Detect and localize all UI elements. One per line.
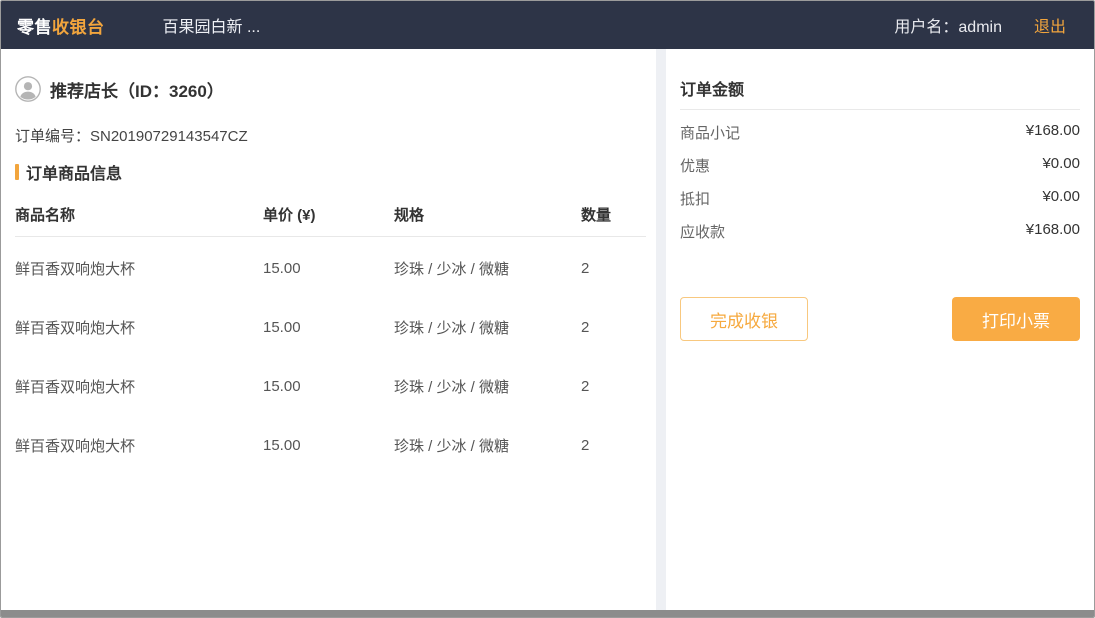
order-number: 订单编号：SN20190729143547CZ	[15, 125, 642, 146]
items-table: 商品名称 单价 (¥) 规格 数量 鲜百香双响炮大杯 15.00 珍珠 / 少冰…	[15, 204, 646, 473]
amount-label: 应收款	[680, 221, 725, 242]
amount-value: ¥0.00	[1042, 188, 1080, 209]
amount-row-receivable: 应收款 ¥168.00	[680, 221, 1080, 242]
avatar-icon	[15, 76, 41, 102]
amount-row-subtotal: 商品小记 ¥168.00	[680, 122, 1080, 143]
app-title-suffix: 收银台	[52, 18, 105, 37]
item-price: 15.00	[263, 378, 394, 395]
member-row: 推荐店长（ID：3260）	[15, 76, 642, 102]
item-spec: 珍珠 / 少冰 / 微糖	[394, 435, 581, 456]
item-qty: 2	[581, 378, 646, 395]
section-accent-bar	[15, 164, 19, 180]
table-row: 鲜百香双响炮大杯 15.00 珍珠 / 少冰 / 微糖 2	[15, 414, 646, 473]
app-title-prefix: 零售	[17, 18, 52, 37]
item-qty: 2	[581, 260, 646, 277]
pos-window: 零售收银台 百果园白新 ... 用户名：admin 退出 推荐店长（ID：326…	[0, 0, 1095, 618]
order-amount-panel: 订单金额 商品小记 ¥168.00 优惠 ¥0.00 抵扣 ¥0.00 应收款 …	[666, 49, 1094, 610]
print-receipt-button[interactable]: 打印小票	[952, 297, 1080, 341]
amount-value: ¥168.00	[1026, 221, 1080, 242]
action-buttons: 完成收银 打印小票	[680, 297, 1080, 341]
item-price: 15.00	[263, 437, 394, 454]
table-row: 鲜百香双响炮大杯 15.00 珍珠 / 少冰 / 微糖 2	[15, 296, 646, 355]
item-spec: 珍珠 / 少冰 / 微糖	[394, 317, 581, 338]
panel-divider	[656, 49, 666, 610]
col-header-qty: 数量	[581, 204, 646, 225]
item-name: 鲜百香双响炮大杯	[15, 317, 263, 338]
app-title: 零售收银台	[17, 13, 105, 38]
topbar-right: 用户名：admin 退出	[894, 13, 1066, 37]
store-tab[interactable]: 百果园白新 ...	[163, 13, 261, 37]
username-label: 用户名：admin	[894, 13, 1002, 37]
amount-label: 商品小记	[680, 122, 740, 143]
item-price: 15.00	[263, 319, 394, 336]
order-items-panel: 推荐店长（ID：3260） 订单编号：SN20190729143547CZ 订单…	[1, 49, 656, 610]
table-row: 鲜百香双响炮大杯 15.00 珍珠 / 少冰 / 微糖 2	[15, 355, 646, 414]
col-header-price: 单价 (¥)	[263, 204, 394, 225]
item-name: 鲜百香双响炮大杯	[15, 435, 263, 456]
item-qty: 2	[581, 319, 646, 336]
item-name: 鲜百香双响炮大杯	[15, 258, 263, 279]
amount-label: 优惠	[680, 155, 710, 176]
col-header-name: 商品名称	[15, 204, 263, 225]
item-name: 鲜百香双响炮大杯	[15, 376, 263, 397]
amount-row-discount: 优惠 ¥0.00	[680, 155, 1080, 176]
col-header-spec: 规格	[394, 204, 581, 225]
amount-label: 抵扣	[680, 188, 710, 209]
item-price: 15.00	[263, 260, 394, 277]
table-header-row: 商品名称 单价 (¥) 规格 数量	[15, 204, 646, 237]
content-area: 推荐店长（ID：3260） 订单编号：SN20190729143547CZ 订单…	[1, 49, 1094, 610]
bottom-scrollbar[interactable]	[1, 610, 1094, 617]
topbar: 零售收银台 百果园白新 ... 用户名：admin 退出	[1, 1, 1094, 49]
amount-panel-title: 订单金额	[680, 76, 1080, 110]
section-title: 订单商品信息	[26, 160, 122, 184]
member-label: 推荐店长（ID：3260）	[50, 77, 224, 102]
item-qty: 2	[581, 437, 646, 454]
amount-row-deduction: 抵扣 ¥0.00	[680, 188, 1080, 209]
complete-checkout-button[interactable]: 完成收银	[680, 297, 808, 341]
item-spec: 珍珠 / 少冰 / 微糖	[394, 376, 581, 397]
logout-button[interactable]: 退出	[1034, 13, 1066, 37]
item-spec: 珍珠 / 少冰 / 微糖	[394, 258, 581, 279]
amount-value: ¥0.00	[1042, 155, 1080, 176]
amount-value: ¥168.00	[1026, 122, 1080, 143]
table-row: 鲜百香双响炮大杯 15.00 珍珠 / 少冰 / 微糖 2	[15, 237, 646, 296]
section-header: 订单商品信息	[15, 160, 642, 184]
